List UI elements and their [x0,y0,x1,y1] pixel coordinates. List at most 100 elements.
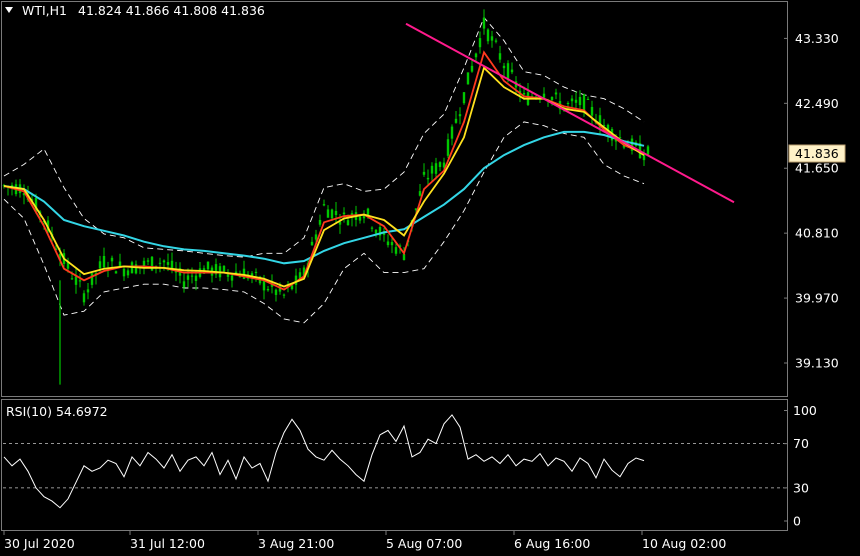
candle-body [230,275,234,281]
candle-body [510,69,514,73]
candle-body [426,177,430,180]
candle-body [454,118,458,123]
time-tick-label: 31 Jul 12:00 [130,536,205,551]
candle-body [78,280,82,282]
candle-body [646,146,650,155]
candle-body [102,255,106,268]
candle-body [578,96,582,106]
candle-body [254,271,258,273]
candle-body [70,278,74,280]
candle-body [282,294,286,296]
candle-body [570,98,574,102]
candle-body [522,92,526,95]
chart: WTI,H1 41.824 41.866 41.808 41.836 43.33… [0,0,860,556]
candle-body [342,212,346,215]
candle-body [498,53,502,60]
candle-body [166,262,170,265]
candle-body [402,254,406,261]
candle-body [458,114,462,117]
candle-body [314,234,318,240]
candle-body [346,220,350,226]
candle-body [262,280,266,291]
candle-body [322,204,326,206]
rsi-tick-label: 70 [793,436,809,451]
candle-body [358,216,362,221]
candle-body [90,273,94,285]
rsi-tick-label: 0 [793,514,801,529]
price-tick-label: 39.130 [795,356,839,371]
candle-body [110,257,114,262]
candle-body [478,38,482,48]
candle-body [582,94,586,111]
candle-body [162,260,166,263]
candle-body [434,163,438,174]
candle-body [418,191,422,196]
candle-body [566,103,570,105]
candle-body [386,241,390,246]
candle-body [574,99,578,103]
candle-body [122,268,126,277]
candle-body [118,261,122,267]
candle-body [374,229,378,234]
candle-body [642,154,646,161]
candle-body [554,92,558,95]
candle-body [422,171,426,175]
candle-body [98,261,102,269]
candle-body [222,265,226,272]
candle-body [430,165,434,174]
candle-body [590,106,594,116]
time-tick-label: 10 Aug 02:00 [642,536,726,551]
candle-body [394,247,398,254]
chart-background [0,0,860,556]
candle-body [466,72,470,85]
rsi-tick-label: 30 [793,480,809,495]
candle-body [370,227,374,229]
candle-body [494,40,498,42]
time-tick-label: 5 Aug 07:00 [386,536,462,551]
candle-body [318,219,322,225]
time-tick-label: 30 Jul 2020 [4,536,75,551]
candle-body [194,275,198,281]
candle-body [126,270,130,276]
candle-body [310,241,314,246]
candle-body [482,17,486,29]
candle-body [490,36,494,41]
ohlc-values: 41.824 41.866 41.808 41.836 [78,3,265,18]
candle-body [182,281,186,288]
candle-body [142,260,146,266]
price-tick-label: 41.650 [795,161,839,176]
candle-body [74,276,78,285]
candle-body [146,260,150,262]
time-tick-label: 3 Aug 21:00 [258,536,334,551]
candle-body [190,275,194,277]
price-tick-label: 42.490 [795,96,839,111]
candle-body [326,209,330,218]
candle-body [470,65,474,72]
candle-body [446,139,450,156]
candle-body [186,275,190,280]
candle-body [390,242,394,246]
candle-body [486,29,490,42]
candle-body [114,271,118,274]
candle-body [330,209,334,219]
candle-body [474,53,478,58]
time-tick-label: 6 Aug 16:00 [514,536,590,551]
candle-body [334,210,338,215]
candle-body [542,93,546,98]
candle-body [502,65,506,69]
candle-body [506,63,510,80]
price-tick-label: 39.970 [795,291,839,306]
price-tick-label: 40.810 [795,226,839,241]
candle-body [586,98,590,100]
symbol-label: WTI,H1 [22,3,67,18]
candle-body [158,262,162,264]
rsi-tick-label: 100 [793,403,817,418]
candle-body [266,288,270,291]
price-badge: 41.836 [795,146,839,161]
candle-body [274,289,278,295]
candle-body [450,126,454,139]
price-tick-label: 43.330 [795,31,839,46]
candle-body [86,289,90,293]
candle-body [82,293,86,303]
candle-body [550,96,554,101]
